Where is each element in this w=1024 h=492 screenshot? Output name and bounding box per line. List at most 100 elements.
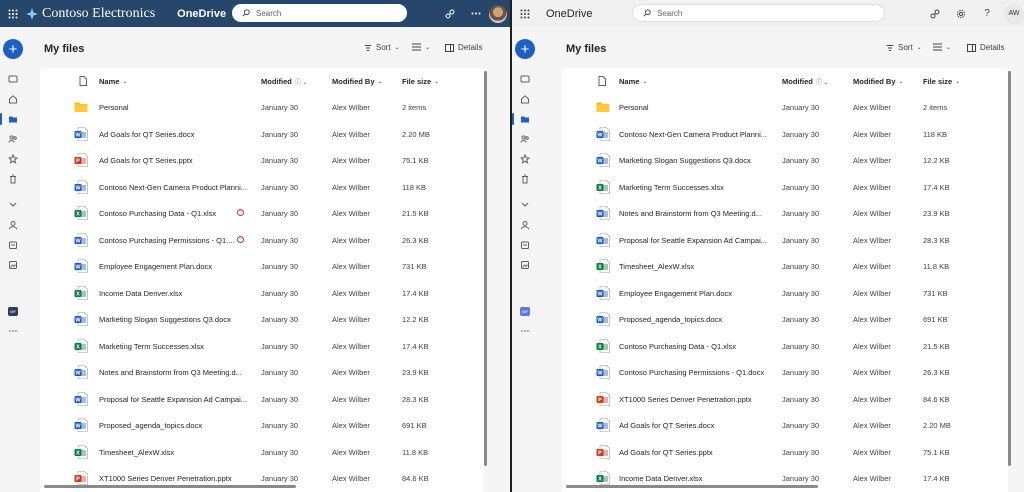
column-name[interactable]: Name ⌄ bbox=[99, 77, 127, 86]
file-name[interactable]: Notes and Brainstorm from Q3 Meeting.d..… bbox=[99, 368, 249, 377]
app-launcher-icon[interactable] bbox=[514, 0, 536, 27]
meetings-icon[interactable] bbox=[512, 235, 538, 255]
help-icon[interactable]: ? bbox=[974, 0, 1000, 27]
media-icon[interactable] bbox=[512, 255, 538, 275]
file-row[interactable]: W Notes and Brainstorm from Q3 Meeting.d.… bbox=[40, 359, 484, 386]
view-options-button[interactable]: ⌄ bbox=[933, 43, 951, 51]
file-row[interactable]: W Notes and Brainstorm from Q3 Meeting.d.… bbox=[562, 200, 1008, 227]
file-name[interactable]: Proposal for Seattle Expansion Ad Campai… bbox=[99, 395, 249, 404]
file-name[interactable]: Marketing Term Successes.xlsx bbox=[619, 183, 769, 192]
sort-button[interactable]: Sort ⌄ bbox=[364, 43, 400, 52]
file-name[interactable]: Timesheet_AlexW.xlsx bbox=[99, 448, 249, 457]
more-options-icon[interactable] bbox=[463, 0, 489, 27]
file-name[interactable]: Proposed_agenda_topics.docx bbox=[619, 315, 769, 324]
create-new-button[interactable]: + bbox=[515, 39, 535, 59]
vertical-scrollbar[interactable] bbox=[484, 71, 487, 466]
file-name[interactable]: Contoso Purchasing Permissions - Q1.... bbox=[99, 236, 249, 245]
create-new-button[interactable]: + bbox=[3, 39, 23, 59]
file-row[interactable]: X Marketing Term Successes.xlsx January 30… bbox=[562, 174, 1008, 201]
file-name[interactable]: Contoso Purchasing Permissions - Q1.docx bbox=[619, 368, 769, 377]
favorites-star-icon[interactable] bbox=[512, 149, 538, 169]
file-row[interactable]: W Proposed_agenda_topics.docx January 30 Al… bbox=[562, 306, 1008, 333]
app-launcher-icon[interactable] bbox=[2, 0, 24, 27]
file-type-column-icon[interactable] bbox=[79, 76, 87, 86]
chevron-down-icon[interactable] bbox=[512, 195, 538, 215]
horizontal-scrollbar[interactable] bbox=[566, 485, 818, 488]
file-row[interactable]: W Ad Goals for QT Series.docx January 30 Al… bbox=[40, 121, 484, 148]
file-name[interactable]: Marketing Slogan Suggestions Q3.docx bbox=[99, 315, 249, 324]
my-files-folder-icon[interactable] bbox=[0, 109, 26, 129]
details-button[interactable]: Details bbox=[445, 43, 482, 52]
files-icon[interactable] bbox=[512, 69, 538, 89]
file-row[interactable]: W Employee Engagement Plan.docx January 30… bbox=[562, 280, 1008, 307]
file-row[interactable]: X Contoso Purchasing Data - Q1.xlsx Januar… bbox=[562, 333, 1008, 360]
meetings-icon[interactable] bbox=[0, 235, 26, 255]
recycle-bin-icon[interactable] bbox=[0, 169, 26, 189]
vertical-scrollbar[interactable] bbox=[1008, 71, 1011, 466]
file-row[interactable]: P XT1000 Series Denver Penetration.pptx Ja… bbox=[562, 386, 1008, 413]
file-row[interactable]: P Ad Goals for QT Series.pptx January 30 Al… bbox=[40, 147, 484, 174]
sort-button[interactable]: Sort ⌄ bbox=[886, 43, 922, 52]
file-type-column-icon[interactable] bbox=[598, 76, 606, 86]
column-modified[interactable]: Modified ⓘ ⌄ bbox=[261, 77, 308, 86]
sync-status-icon[interactable]: − bbox=[237, 235, 244, 243]
files-icon[interactable] bbox=[0, 69, 26, 89]
file-row[interactable]: W Proposal for Seattle Expansion Ad Campa… bbox=[40, 386, 484, 413]
file-name[interactable]: Proposed_agenda_topics.docx bbox=[99, 421, 249, 430]
file-name[interactable]: XT1000 Series Denver Penetration.pptx bbox=[619, 395, 769, 404]
column-file-size[interactable]: File size ⌄ bbox=[402, 77, 439, 86]
file-name[interactable]: Personal bbox=[99, 103, 249, 112]
file-name[interactable]: Ad Goals for QT Series.docx bbox=[99, 130, 249, 139]
file-name[interactable]: Income Data Denver.xlsx bbox=[99, 289, 249, 298]
shared-icon[interactable] bbox=[512, 129, 538, 149]
chevron-down-icon[interactable] bbox=[0, 195, 26, 215]
file-name[interactable]: Contoso Next-Gen Camera Product Planni..… bbox=[99, 183, 249, 192]
share-icon[interactable] bbox=[922, 0, 948, 27]
file-row[interactable]: P Ad Goals for QT Series.pptx January 30 Al… bbox=[562, 439, 1008, 466]
recycle-bin-icon[interactable] bbox=[512, 169, 538, 189]
file-name[interactable]: Contoso Purchasing Data - Q1.xlsx bbox=[99, 209, 249, 218]
file-row[interactable]: Personal January 30 Alex Wilber 2 items bbox=[40, 94, 484, 121]
people-icon[interactable] bbox=[0, 215, 26, 235]
file-name[interactable]: Ad Goals for QT Series.pptx bbox=[99, 156, 249, 165]
share-icon[interactable] bbox=[437, 0, 463, 27]
file-row[interactable]: X Income Data Denver.xlsx January 30 Alex W… bbox=[40, 280, 484, 307]
file-row[interactable]: X Timesheet_AlexW.xlsx January 30 Alex Wilb… bbox=[40, 439, 484, 466]
file-row[interactable]: X Timesheet_AlexW.xlsx January 30 Alex Wilb… bbox=[562, 253, 1008, 280]
file-name[interactable]: Ad Goals for QT Series.pptx bbox=[619, 448, 769, 457]
file-row[interactable]: X Marketing Term Successes.xlsx January 30… bbox=[40, 333, 484, 360]
file-name[interactable]: Income Data Denver.xlsx bbox=[619, 474, 769, 483]
file-row[interactable]: W Marketing Slogan Suggestions Q3.docx Jan… bbox=[40, 306, 484, 333]
user-avatar[interactable] bbox=[489, 4, 507, 23]
file-name[interactable]: Employee Engagement Plan.docx bbox=[619, 289, 769, 298]
file-name[interactable]: Contoso Next-Gen Camera Product Planni..… bbox=[619, 130, 769, 139]
horizontal-scrollbar[interactable] bbox=[44, 485, 296, 488]
file-row[interactable]: W Proposed_agenda_topics.docx January 30 Al… bbox=[40, 412, 484, 439]
file-row[interactable]: Personal January 30 Alex Wilber 2 items bbox=[562, 94, 1008, 121]
column-file-size[interactable]: File size ⌄ bbox=[923, 77, 960, 86]
settings-gear-icon[interactable] bbox=[948, 0, 974, 27]
file-name[interactable]: Marketing Slogan Suggestions Q3.docx bbox=[619, 156, 769, 165]
search-box[interactable]: Search bbox=[632, 4, 885, 22]
user-avatar[interactable]: AW bbox=[1004, 3, 1024, 24]
site-badge-icon[interactable]: MF bbox=[512, 301, 538, 321]
window-divider[interactable] bbox=[510, 0, 512, 492]
file-name[interactable]: Notes and Brainstorm from Q3 Meeting.d..… bbox=[619, 209, 769, 218]
column-modified-by[interactable]: Modified By ⌄ bbox=[332, 77, 383, 86]
file-name[interactable]: XT1000 Series Denver Penetration.pptx bbox=[99, 474, 249, 483]
file-name[interactable]: Proposal for Seattle Expansion Ad Campai… bbox=[619, 236, 769, 245]
more-apps-icon[interactable] bbox=[512, 321, 538, 341]
details-button[interactable]: Details bbox=[967, 43, 1004, 52]
file-name[interactable]: Marketing Term Successes.xlsx bbox=[99, 342, 249, 351]
file-row[interactable]: W Marketing Slogan Suggestions Q3.docx Jan… bbox=[562, 147, 1008, 174]
file-name[interactable]: Contoso Purchasing Data - Q1.xlsx bbox=[619, 342, 769, 351]
more-apps-icon[interactable] bbox=[0, 321, 26, 341]
file-row[interactable]: X Contoso Purchasing Data - Q1.xlsx Januar… bbox=[40, 200, 484, 227]
column-modified-by[interactable]: Modified By ⌄ bbox=[853, 77, 904, 86]
view-options-button[interactable]: ⌄ bbox=[412, 43, 430, 51]
shared-icon[interactable] bbox=[0, 129, 26, 149]
app-name[interactable]: OneDrive bbox=[546, 8, 592, 20]
file-name[interactable]: Personal bbox=[619, 103, 769, 112]
my-files-folder-icon[interactable] bbox=[512, 109, 538, 129]
file-name[interactable]: Ad Goals for QT Series.docx bbox=[619, 421, 769, 430]
